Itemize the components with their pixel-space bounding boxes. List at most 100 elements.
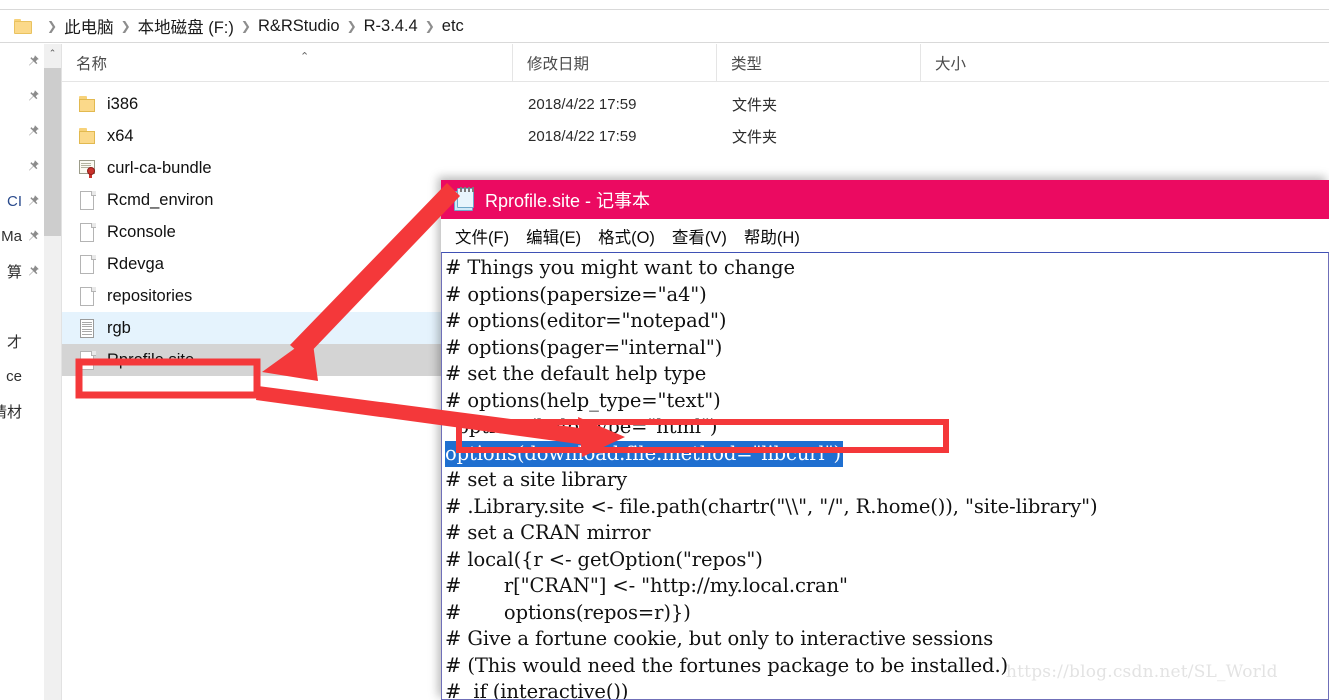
file-name-label: Rconsole (107, 222, 176, 241)
breadcrumb-item-0[interactable]: 此电脑 (64, 14, 114, 38)
nav-pane-item[interactable] (0, 289, 44, 324)
pin-icon[interactable] (26, 264, 40, 278)
file-row[interactable]: x64 2018/4/22 17:59 文件夹 (62, 120, 1329, 152)
file-name-cell[interactable]: Rcmd_environ (78, 190, 213, 211)
nav-pane-item[interactable]: Ma (0, 219, 44, 254)
notepad-line[interactable]: # Give a fortune cookie, but only to int… (445, 626, 1328, 653)
nav-pane-item[interactable] (0, 44, 44, 79)
nav-pane-item[interactable]: 算 (0, 254, 44, 289)
notepad-title-bar[interactable]: Rprofile.site - 记事本 (441, 180, 1329, 219)
nav-pane-item[interactable]: ce (0, 359, 44, 394)
notepad-line[interactable]: # options(pager="internal") (445, 335, 1328, 362)
notepad-line[interactable]: # if (interactive()) (445, 679, 1328, 699)
notepad-line[interactable]: # options(papersize="a4") (445, 282, 1328, 309)
notepad-line-text: # options(repos=r)}) (445, 600, 691, 624)
menu-help[interactable]: 帮助(H) (744, 224, 800, 248)
file-date-cell: 2018/4/22 17:59 (528, 127, 637, 145)
folder-icon (78, 126, 97, 147)
menu-view[interactable]: 查看(V) (672, 224, 727, 248)
pin-icon[interactable] (26, 124, 40, 138)
breadcrumb-item-1[interactable]: 本地磁盘 (F:) (138, 14, 234, 38)
menu-format[interactable]: 格式(O) (598, 224, 655, 248)
breadcrumb-separator: ❯ (424, 19, 435, 33)
nav-pane-item[interactable] (0, 114, 44, 149)
column-header-label: 大小 (935, 55, 967, 73)
pin-icon[interactable] (26, 159, 40, 173)
breadcrumb[interactable]: ❯ 此电脑 ❯ 本地磁盘 (F:) ❯ R&RStudio ❯ R-3.4.4 … (0, 9, 1329, 43)
column-header-row[interactable]: 名称 修改日期 类型 大小 (62, 44, 1329, 82)
notepad-line[interactable]: # local({r <- getOption("repos") (445, 547, 1328, 574)
pin-icon[interactable] (26, 89, 40, 103)
notepad-window[interactable]: Rprofile.site - 记事本 文件(F) 编辑(E) 格式(O) 查看… (441, 180, 1329, 700)
notepad-line[interactable]: options(download.file.method="libcurl") (445, 440, 1328, 467)
file-name-cell[interactable]: Rprofile.site (78, 350, 194, 371)
breadcrumb-separator: ❯ (47, 19, 58, 33)
file-name-label: x64 (107, 126, 134, 145)
folder-icon (78, 94, 97, 115)
sort-indicator-icon: ⌃ (300, 51, 310, 63)
watermark: https://blog.csdn.net/SL_World (1006, 662, 1278, 682)
document-icon (78, 254, 97, 275)
column-header-1[interactable]: 修改日期 (512, 44, 716, 81)
pin-icon[interactable] (26, 194, 40, 208)
notepad-line-text: # (This would need the fortunes package … (445, 653, 1009, 677)
file-row[interactable]: i386 2018/4/22 17:59 文件夹 (62, 88, 1329, 120)
notepad-line-text: # Give a fortune cookie, but only to int… (445, 627, 994, 650)
notepad-line-text: # set the default help type (445, 362, 707, 385)
menu-edit[interactable]: 编辑(E) (526, 224, 581, 248)
navigation-pane[interactable]: CI Ma 算才 ce 请材 (0, 44, 44, 700)
file-type-cell: 文件夹 (732, 96, 778, 114)
notepad-line[interactable]: # set a CRAN mirror (445, 520, 1328, 547)
pin-icon[interactable] (26, 229, 40, 243)
scrollbar-thumb[interactable] (44, 68, 61, 236)
notepad-line[interactable]: # .Library.site <- file.path(chartr("\\"… (445, 494, 1328, 521)
file-name-cell[interactable]: rgb (78, 318, 131, 339)
scroll-up-icon[interactable]: ⌃ (44, 44, 61, 62)
file-name-cell[interactable]: x64 (78, 126, 134, 147)
column-header-2[interactable]: 类型 (716, 44, 920, 81)
notepad-line[interactable]: # options(repos=r)}) (445, 600, 1328, 627)
notepad-line-text: # options(papersize="a4") (445, 282, 707, 306)
nav-pane-item[interactable] (0, 149, 44, 184)
notepad-line[interactable]: options(help_type="html") (445, 414, 1328, 441)
document-icon (78, 350, 97, 371)
file-name-cell[interactable]: Rconsole (78, 222, 176, 243)
nav-pane-item[interactable]: CI (0, 184, 44, 219)
nav-pane-item-label: ce (6, 368, 22, 385)
column-header-0[interactable]: 名称 (62, 44, 512, 81)
selected-line-text[interactable]: options(download.file.method="libcurl") (445, 440, 844, 467)
file-name-label: repositories (107, 286, 193, 305)
file-name-cell[interactable]: i386 (78, 94, 138, 115)
file-name-cell[interactable]: curl-ca-bundle (78, 158, 212, 179)
file-name-cell[interactable]: Rdevga (78, 254, 164, 275)
notepad-menu-bar[interactable]: 文件(F) 编辑(E) 格式(O) 查看(V) 帮助(H) (441, 219, 1329, 252)
notepad-text-content[interactable]: # Things you might want to change # optio… (445, 255, 1328, 699)
nav-pane-item[interactable]: 请材 (0, 394, 44, 429)
nav-pane-item-label: 请材 (0, 404, 22, 421)
breadcrumb-item-4[interactable]: etc (442, 17, 464, 36)
notepad-line[interactable]: # set a site library (445, 467, 1328, 494)
nav-pane-item-label: Ma (1, 228, 22, 245)
notepad-line[interactable]: # options(help_type="text") (445, 388, 1328, 415)
nav-pane-item[interactable]: 才 (0, 324, 44, 359)
navigation-scrollbar[interactable]: ⌃ (44, 44, 62, 700)
notepad-line[interactable]: # options(editor="notepad") (445, 308, 1328, 335)
notepad-line[interactable]: # set the default help type (445, 361, 1328, 388)
notepad-text-area[interactable]: # Things you might want to change # optio… (441, 252, 1329, 700)
column-header-3[interactable]: 大小 (920, 44, 1068, 81)
menu-file[interactable]: 文件(F) (455, 224, 509, 248)
pin-icon[interactable] (26, 54, 40, 68)
file-name-label: Rcmd_environ (107, 190, 214, 209)
file-name-cell[interactable]: repositories (78, 286, 192, 307)
certificate-icon (78, 158, 97, 179)
notepad-line-text: # .Library.site <- file.path(chartr("\\"… (445, 494, 1098, 518)
nav-pane-item[interactable] (0, 79, 44, 114)
nav-pane-item-label: CI (7, 193, 22, 210)
notepad-line[interactable]: # r["CRAN"] <- "http://my.local.cran" (445, 573, 1328, 600)
breadcrumb-item-2[interactable]: R&RStudio (258, 17, 340, 36)
column-header-label: 名称 (76, 55, 108, 73)
notepad-line[interactable]: # Things you might want to change (445, 255, 1328, 282)
notepad-line-text: # Things you might want to change (445, 256, 795, 279)
notepad-line-text: # r["CRAN"] <- "http://my.local.cran" (445, 574, 848, 597)
breadcrumb-item-3[interactable]: R-3.4.4 (364, 17, 418, 36)
